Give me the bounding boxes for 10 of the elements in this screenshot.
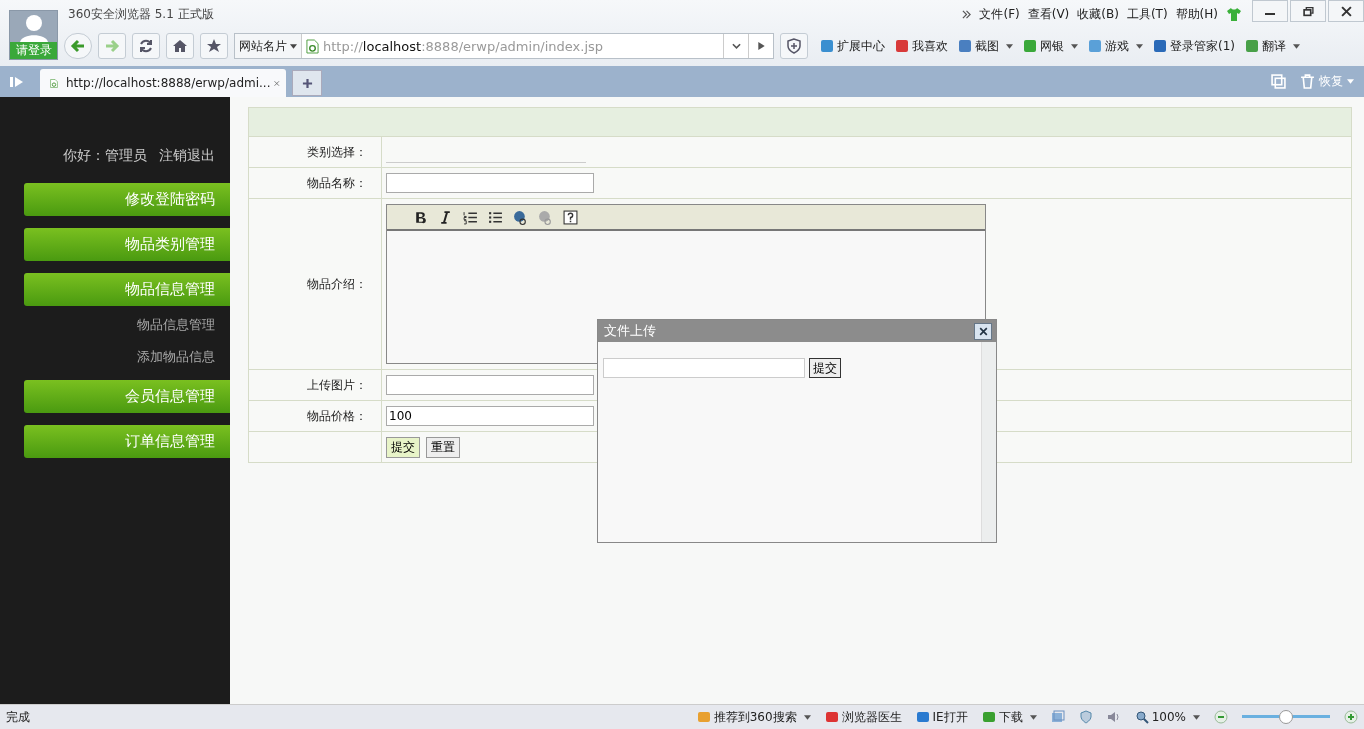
status-text: 完成: [6, 708, 30, 726]
form-label: 物品价格：: [249, 401, 382, 431]
form-label: 物品名称：: [249, 168, 382, 198]
greeting-text: 你好：管理员: [63, 147, 147, 165]
dialog-title: 文件上传: [604, 322, 656, 340]
form-label: 上传图片：: [249, 370, 382, 400]
window-title: 360安全浏览器 5.1 正式版: [68, 6, 214, 23]
form-label: 类别选择：: [249, 137, 382, 167]
form-label: 物品介绍：: [249, 199, 382, 369]
url-text: http://localhost:8888/erwp/admin/index.jsp: [323, 38, 605, 54]
